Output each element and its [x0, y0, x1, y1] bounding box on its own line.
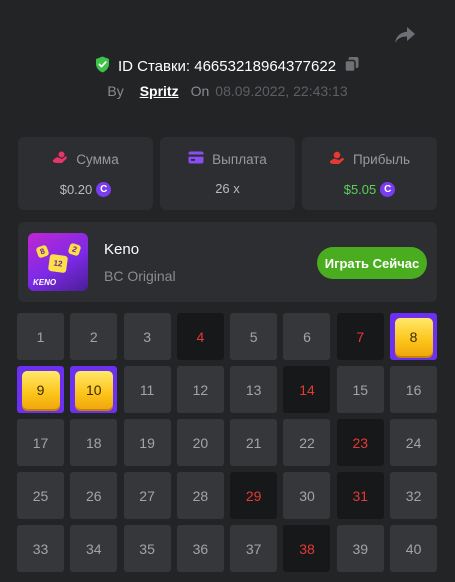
currency-coin-icon: C	[380, 181, 396, 197]
keno-cell[interactable]: 17	[17, 419, 64, 466]
keno-cell[interactable]: 20	[176, 419, 224, 466]
stat-amount: Сумма $0.20 C	[18, 137, 153, 210]
bet-date: 08.09.2022, 22:43:13	[215, 83, 348, 99]
keno-cell[interactable]: 40	[390, 525, 438, 572]
keno-cell[interactable]: 38	[283, 525, 331, 572]
keno-cell[interactable]: 27	[123, 472, 171, 519]
keno-cell[interactable]: 18	[70, 419, 118, 466]
gem-tile: 8	[394, 317, 433, 356]
stat-profit-value: $5.05	[343, 181, 377, 197]
keno-board: 1 2 3 4 5 6 7 8 9 10 11 12 13 14 15 16 17 18 19 20 21 22 23 24 2…	[17, 313, 438, 572]
keno-cell[interactable]: 26	[70, 472, 118, 519]
keno-cell[interactable]: 5	[230, 313, 278, 360]
keno-cell[interactable]: 1	[17, 313, 64, 360]
keno-cell[interactable]: 35	[123, 525, 171, 572]
keno-cell[interactable]: 22	[283, 419, 331, 466]
keno-cell[interactable]: 8	[390, 313, 438, 360]
keno-cell[interactable]: 3	[123, 313, 171, 360]
verified-shield-icon	[95, 56, 110, 77]
keno-cell[interactable]: 10	[70, 366, 118, 413]
wallet-card-icon	[188, 151, 204, 167]
profit-hand-icon	[329, 151, 345, 168]
stat-payout-label: Выплата	[212, 151, 267, 167]
keno-cell[interactable]: 37	[230, 525, 278, 572]
keno-cell[interactable]: 28	[176, 472, 224, 519]
keno-cell[interactable]: 12	[176, 366, 224, 413]
bet-id-value: 46653218964377622	[194, 58, 337, 75]
thumb-tile: 2	[67, 242, 82, 257]
gem-tile: 9	[21, 370, 60, 409]
on-label: On	[190, 83, 210, 99]
share-icon[interactable]	[393, 24, 417, 46]
keno-cell[interactable]: 15	[336, 366, 384, 413]
game-subtitle: BC Original	[104, 268, 176, 284]
keno-cell[interactable]: 21	[230, 419, 278, 466]
keno-cell[interactable]: 16	[390, 366, 438, 413]
stat-payout-value: 26 x	[215, 181, 240, 196]
thumb-logo-text: KENO	[33, 278, 57, 287]
stat-amount-label: Сумма	[76, 151, 119, 167]
keno-cell[interactable]: 11	[123, 366, 171, 413]
thumb-tile: 8	[35, 244, 50, 259]
keno-cell[interactable]: 13	[230, 366, 278, 413]
keno-cell[interactable]: 9	[17, 366, 64, 413]
keno-cell[interactable]: 14	[283, 366, 331, 413]
gem-tile: 10	[74, 370, 113, 409]
author-line: By Spritz On 08.09.2022, 22:43:13	[0, 83, 455, 99]
by-label: By	[107, 83, 124, 99]
bet-id-text: ID Ставки: 46653218964377622	[118, 58, 336, 75]
hand-coin-icon	[52, 151, 68, 168]
keno-cell[interactable]: 32	[390, 472, 438, 519]
bet-id-line: ID Ставки: 46653218964377622	[0, 56, 455, 77]
keno-cell[interactable]: 34	[70, 525, 118, 572]
thumb-tile: 12	[47, 253, 69, 274]
game-card: 8 12 2 KENO Keno BC Original Играть Сейч…	[18, 222, 437, 302]
keno-cell[interactable]: 6	[283, 313, 331, 360]
keno-cell[interactable]: 7	[336, 313, 384, 360]
keno-cell[interactable]: 31	[336, 472, 384, 519]
user-link[interactable]: Spritz	[140, 83, 179, 99]
keno-cell[interactable]: 19	[123, 419, 171, 466]
copy-icon[interactable]	[344, 56, 360, 77]
game-name: Keno	[104, 241, 140, 258]
keno-cell[interactable]: 30	[283, 472, 331, 519]
stat-payout: Выплата 26 x	[160, 137, 295, 210]
keno-game-thumbnail[interactable]: 8 12 2 KENO	[28, 233, 88, 291]
keno-cell[interactable]: 23	[336, 419, 384, 466]
play-now-button[interactable]: Играть Сейчас	[317, 247, 427, 279]
bet-stats: Сумма $0.20 C Выплата 26 x Прибыль $5.05…	[18, 137, 437, 210]
keno-cell[interactable]: 24	[390, 419, 438, 466]
keno-cell[interactable]: 29	[230, 472, 278, 519]
stat-profit-label: Прибыль	[352, 151, 411, 167]
keno-cell[interactable]: 25	[17, 472, 64, 519]
currency-coin-icon: C	[96, 181, 112, 197]
stat-amount-value: $0.20	[59, 181, 93, 197]
keno-cell[interactable]: 4	[176, 313, 224, 360]
keno-cell[interactable]: 33	[17, 525, 64, 572]
keno-cell[interactable]: 36	[176, 525, 224, 572]
keno-cell[interactable]: 39	[336, 525, 384, 572]
stat-profit: Прибыль $5.05 C	[302, 137, 437, 210]
keno-cell[interactable]: 2	[70, 313, 118, 360]
bet-id-label: ID Ставки:	[117, 58, 191, 75]
